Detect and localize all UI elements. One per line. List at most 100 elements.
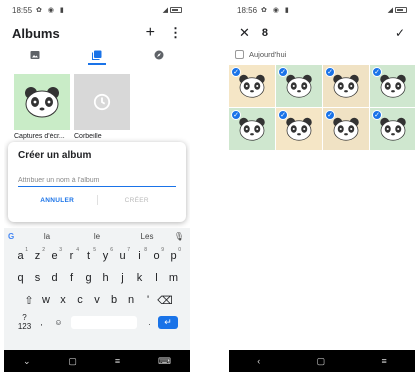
key[interactable]: l xyxy=(148,272,165,284)
tab-photos[interactable] xyxy=(4,45,66,65)
battery-icon xyxy=(170,7,182,13)
suggestion-item[interactable]: le xyxy=(72,232,122,241)
explore-icon xyxy=(154,50,164,60)
key[interactable]: b xyxy=(106,294,123,306)
key[interactable]: m xyxy=(165,272,182,284)
selected-check-icon[interactable]: ✓ xyxy=(231,110,241,120)
selected-check-icon[interactable]: ✓ xyxy=(372,67,382,77)
album-name-input[interactable] xyxy=(18,175,176,187)
mic-icon[interactable]: 🎙 xyxy=(172,232,186,241)
key[interactable]: z2 xyxy=(29,247,46,262)
left-phone-screen: 18:55 ✿ ◉ ▮ ◢ Albums + ⋮ Captures d'écr.… xyxy=(4,0,190,372)
selected-count: 8 xyxy=(261,27,269,39)
google-icon[interactable]: G xyxy=(8,232,22,241)
panda-icon xyxy=(25,87,59,118)
photo-thumbnail[interactable]: ✓ xyxy=(370,108,415,150)
confirm-check-icon[interactable]: ✓ xyxy=(395,26,405,40)
date-group-header[interactable]: Aujourd'hui xyxy=(235,50,286,59)
suggestion-item[interactable]: la xyxy=(22,232,72,241)
shift-key-icon[interactable]: ⇧ xyxy=(21,294,38,307)
home-icon[interactable]: ▢ xyxy=(68,356,77,367)
key[interactable]: h xyxy=(97,272,114,284)
photo-thumbnail[interactable]: ✓ xyxy=(229,108,275,150)
cancel-button[interactable]: ANNULER xyxy=(18,197,97,204)
create-album-dialog: Créer un album ANNULER CRÉER xyxy=(8,142,186,222)
key[interactable]: c xyxy=(72,294,89,306)
photo-thumbnail[interactable]: ✓ xyxy=(323,108,369,150)
panda-icon xyxy=(239,117,265,141)
photo-thumbnail[interactable]: ✓ xyxy=(229,65,275,107)
battery-icon xyxy=(395,7,407,13)
key[interactable]: a1 xyxy=(12,247,29,262)
status-right: ◢ xyxy=(163,6,182,14)
photo-thumbnail[interactable]: ✓ xyxy=(276,108,322,150)
create-button[interactable]: CRÉER xyxy=(98,197,177,204)
key[interactable]: e3 xyxy=(46,247,63,262)
panda-icon xyxy=(380,117,406,141)
emoji-key-icon[interactable]: ☺ xyxy=(50,318,67,327)
key[interactable]: d xyxy=(46,272,63,284)
selected-check-icon[interactable]: ✓ xyxy=(278,110,288,120)
date-label: Aujourd'hui xyxy=(249,50,287,59)
key[interactable]: s xyxy=(29,272,46,284)
key[interactable]: x xyxy=(55,294,72,306)
key[interactable]: p0 xyxy=(165,247,182,262)
key[interactable]: g xyxy=(80,272,97,284)
add-album-button[interactable]: + xyxy=(146,25,155,41)
recents-icon[interactable]: ≡ xyxy=(115,356,120,366)
selected-check-icon[interactable]: ✓ xyxy=(325,110,335,120)
tab-albums[interactable] xyxy=(66,45,128,65)
album-label: Corbeille xyxy=(74,133,102,140)
key[interactable]: y6 xyxy=(97,247,114,262)
album-item[interactable]: Captures d'écr... xyxy=(14,74,70,140)
photo-thumbnail[interactable]: ✓ xyxy=(370,65,415,107)
status-bar: 18:55 ✿ ◉ ▮ ◢ xyxy=(4,0,190,20)
keyboard: G la le Les 🎙 a1 z2 e3 r4 t5 y6 u7 i8 o9… xyxy=(4,228,190,350)
suggestion-item[interactable]: Les xyxy=(122,232,172,241)
enter-key-icon[interactable]: ↵ xyxy=(158,315,178,329)
keyboard-row-1: a1 z2 e3 r4 t5 y6 u7 i8 o9 p0 xyxy=(4,245,190,267)
home-icon[interactable]: ▢ xyxy=(317,356,326,367)
backspace-key-icon[interactable]: ⌫ xyxy=(157,294,174,307)
period-key[interactable]: . xyxy=(141,318,158,327)
restore-icon xyxy=(93,93,111,111)
key[interactable]: q xyxy=(12,272,29,284)
selected-check-icon[interactable]: ✓ xyxy=(278,67,288,77)
symbols-key[interactable]: ?123 xyxy=(16,313,33,331)
panda-thumbnail xyxy=(14,74,70,130)
key[interactable]: u7 xyxy=(114,247,131,262)
photo-thumbnail[interactable]: ✓ xyxy=(323,65,369,107)
key[interactable]: r4 xyxy=(63,247,80,262)
panda-icon xyxy=(286,117,312,141)
key[interactable]: i8 xyxy=(131,247,148,262)
selected-check-icon[interactable]: ✓ xyxy=(231,67,241,77)
back-icon[interactable]: ‹ xyxy=(257,356,260,366)
tab-explore[interactable] xyxy=(128,45,190,65)
key[interactable]: o9 xyxy=(148,247,165,262)
hide-keyboard-icon[interactable]: ⌄ xyxy=(23,356,31,367)
tab-bar xyxy=(4,45,190,65)
album-item[interactable]: Corbeille xyxy=(74,74,130,140)
album-grid: Captures d'écr... Corbeille xyxy=(14,74,130,140)
selected-check-icon[interactable]: ✓ xyxy=(372,110,382,120)
key[interactable]: n xyxy=(123,294,140,306)
key[interactable]: j xyxy=(114,272,131,284)
key[interactable]: f xyxy=(63,272,80,284)
more-options-button[interactable]: ⋮ xyxy=(169,25,182,41)
key[interactable]: w xyxy=(38,294,55,306)
keyboard-switch-icon[interactable]: ⌨ xyxy=(158,356,171,367)
photo-grid: ✓ ✓ ✓ ✓ ✓ ✓ ✓ ✓ xyxy=(229,65,415,150)
selected-check-icon[interactable]: ✓ xyxy=(325,67,335,77)
navigation-bar: ‹ ▢ ≡ xyxy=(229,350,415,372)
panda-icon xyxy=(333,74,359,98)
space-key[interactable] xyxy=(71,315,137,329)
key[interactable]: v xyxy=(89,294,106,306)
photo-thumbnail[interactable]: ✓ xyxy=(276,65,322,107)
select-all-checkbox[interactable] xyxy=(235,50,244,59)
key[interactable]: t5 xyxy=(80,247,97,262)
close-icon[interactable]: ✕ xyxy=(239,25,250,41)
key[interactable]: k xyxy=(131,272,148,284)
comma-key[interactable]: , xyxy=(33,318,50,327)
recents-icon[interactable]: ≡ xyxy=(382,356,387,366)
key[interactable]: ' xyxy=(140,294,157,306)
